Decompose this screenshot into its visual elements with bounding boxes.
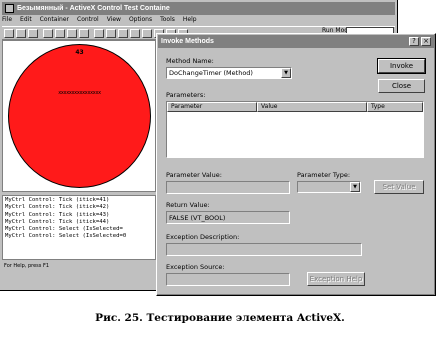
activex-control-ellipse[interactable]: 43 xxxxxxxxxxxxxxxx <box>8 44 151 188</box>
app-icon <box>5 4 14 13</box>
menu-edit[interactable]: Edit <box>20 16 32 25</box>
invoke-methods-icon[interactable] <box>118 28 128 38</box>
log-line: MyCtrl Control: Tick (itick=43) <box>5 211 110 218</box>
delete-icon[interactable] <box>79 28 89 38</box>
open-icon[interactable] <box>16 28 26 38</box>
parameter-type-combo[interactable]: ▼ <box>297 181 361 193</box>
close-icon[interactable]: × <box>421 37 431 46</box>
column-type[interactable]: Type <box>367 102 423 112</box>
parameter-type-label: Parameter Type: <box>297 171 351 179</box>
exception-source-label: Exception Source: <box>166 263 225 271</box>
exception-description-field <box>166 243 362 256</box>
return-value-label: Return Value: <box>166 201 210 209</box>
column-parameter[interactable]: Parameter <box>167 102 257 112</box>
menu-container[interactable]: Container <box>40 16 69 25</box>
new-icon[interactable] <box>4 28 14 38</box>
exception-help-button[interactable]: Exception Help <box>307 272 365 286</box>
parameters-header: Parameter Value Type <box>167 102 423 112</box>
method-name-label: Method Name: <box>166 57 214 65</box>
paste-icon[interactable] <box>67 28 77 38</box>
parameters-list[interactable]: Parameter Value Type <box>166 101 424 158</box>
menubar: File Edit Container Control View Options… <box>2 16 205 25</box>
chevron-down-icon[interactable]: ▼ <box>281 68 291 78</box>
exception-description-label: Exception Description: <box>166 233 240 241</box>
close-button[interactable]: Close <box>378 79 425 93</box>
log-line: MyCtrl Control: Tick (itick=41) <box>5 197 110 203</box>
menu-help[interactable]: Help <box>183 16 197 25</box>
status-bar: For Help, press F1 <box>4 263 50 269</box>
exception-source-field <box>166 273 290 286</box>
log-line: MyCtrl Control: Tick (itick=44) <box>5 218 110 225</box>
parameter-value-label: Parameter Value: <box>166 171 222 179</box>
invoke-methods-dialog: Invoke Methods ? × Method Name: DoChange… <box>156 33 436 296</box>
control-caption: xxxxxxxxxxxxxxxx <box>58 90 101 96</box>
menu-control[interactable]: Control <box>77 16 99 25</box>
insert-control-icon[interactable] <box>94 28 104 38</box>
event-log[interactable]: MyCtrl Control: Tick (itick=41) MyCtrl C… <box>2 195 156 260</box>
invoke-button[interactable]: Invoke <box>377 58 426 74</box>
cut-icon[interactable] <box>43 28 53 38</box>
container-canvas[interactable]: 43 xxxxxxxxxxxxxxxx <box>2 40 156 192</box>
dialog-titlebar: Invoke Methods ? × <box>158 35 434 48</box>
main-title: Безымянный - ActiveX Control Test Contai… <box>17 5 170 12</box>
log-line: MyCtrl Control: Tick (itick=42) <box>5 204 110 211</box>
menu-file[interactable]: File <box>2 16 12 25</box>
log-line: MyCtrl Control: Select (IsSelected=0 <box>5 233 127 240</box>
return-value-field: FALSE (VT_BOOL) <box>166 211 290 224</box>
chevron-down-icon[interactable]: ▼ <box>350 182 360 192</box>
parameters-label: Parameters: <box>166 91 206 99</box>
save-icon[interactable] <box>28 28 38 38</box>
menu-view[interactable]: View <box>107 16 121 25</box>
help-icon[interactable]: ? <box>409 37 419 46</box>
method-name-combo[interactable]: DoChangeTimer (Method) ▼ <box>166 67 292 79</box>
menu-tools[interactable]: Tools <box>160 16 175 25</box>
properties-icon[interactable] <box>106 28 116 38</box>
column-value[interactable]: Value <box>257 102 367 112</box>
dialog-title: Invoke Methods <box>161 38 214 45</box>
main-titlebar: Безымянный - ActiveX Control Test Contai… <box>2 2 395 15</box>
events-icon[interactable] <box>130 28 140 38</box>
log-line: MyCtrl Control: Select (IsSelected= <box>5 226 123 233</box>
parameter-value-field[interactable] <box>166 181 290 194</box>
save-to-stream-icon[interactable] <box>142 28 152 38</box>
method-name-value: DoChangeTimer (Method) <box>169 69 253 77</box>
figure-caption: Рис. 25. Тестирование элемента ActiveX. <box>95 312 345 324</box>
control-number: 43 <box>75 49 84 56</box>
menu-options[interactable]: Options <box>129 16 152 25</box>
set-value-button[interactable]: Set Value <box>374 180 424 194</box>
copy-icon[interactable] <box>55 28 65 38</box>
